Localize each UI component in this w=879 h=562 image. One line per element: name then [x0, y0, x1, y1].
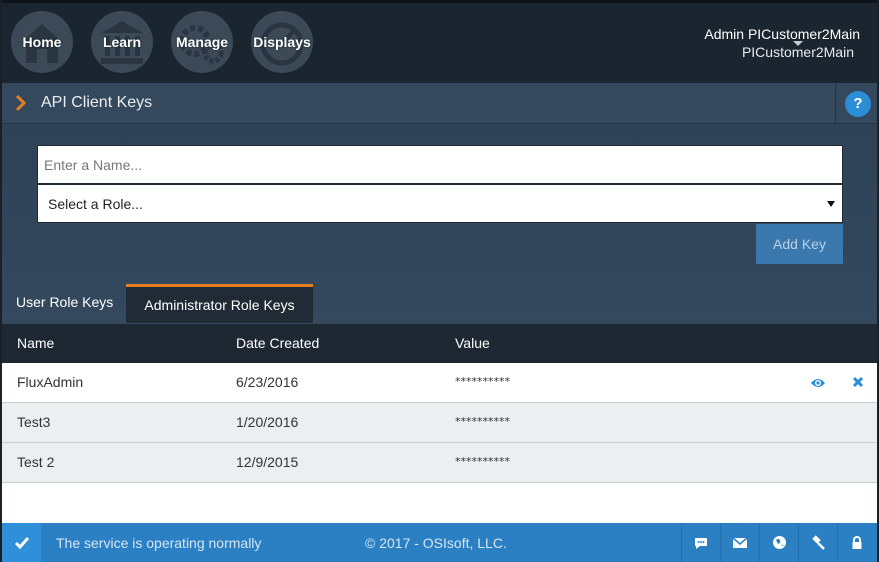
- column-header-value: Value: [455, 335, 490, 351]
- nav-home-label: Home: [22, 34, 62, 50]
- row-name: Test3: [17, 414, 51, 430]
- table-row[interactable]: Test3 1/20/2016 **********: [2, 403, 877, 443]
- row-name: FluxAdmin: [17, 374, 84, 390]
- question-icon: ?: [853, 95, 863, 112]
- gavel-icon[interactable]: [798, 523, 837, 562]
- globe-icon[interactable]: [759, 523, 798, 562]
- nav-learn-label: Learn: [102, 34, 142, 50]
- role-select[interactable]: Select a Role...: [37, 184, 843, 223]
- select-arrow-icon: [827, 201, 835, 207]
- user-menu[interactable]: Admin PICustomer2Main PICustomer2Main: [704, 25, 860, 61]
- tab-user-role-keys[interactable]: User Role Keys: [2, 284, 127, 323]
- delete-icon[interactable]: [852, 376, 864, 388]
- tab-administrator-role-keys[interactable]: Administrator Role Keys: [126, 284, 313, 323]
- status-ok-icon: [2, 523, 41, 562]
- table-row[interactable]: FluxAdmin 6/23/2016 **********: [2, 363, 877, 403]
- tenant-name: PICustomer2Main: [741, 44, 854, 60]
- eye-icon[interactable]: [810, 377, 826, 389]
- table-row[interactable]: Test 2 12/9/2015 **********: [2, 443, 877, 483]
- page-title: API Client Keys: [41, 94, 153, 111]
- name-input[interactable]: [37, 145, 843, 184]
- help-button[interactable]: ?: [845, 91, 871, 117]
- lock-icon[interactable]: [837, 523, 876, 562]
- row-date: 6/23/2016: [236, 374, 299, 390]
- status-text: The service is operating normally: [56, 535, 262, 551]
- nav-manage-button[interactable]: Manage: [171, 11, 233, 73]
- nav-learn-button[interactable]: Learn: [91, 11, 153, 73]
- nav-displays-button[interactable]: Displays: [251, 11, 313, 73]
- caret-down-icon[interactable]: [793, 41, 803, 46]
- top-nav: Home Learn Manage Displays Admin PICusto…: [2, 0, 877, 83]
- column-header-name: Name: [17, 335, 55, 351]
- divider: [835, 83, 836, 124]
- table-header: Name Date Created Value: [2, 324, 877, 363]
- add-key-form: Select a Role... Add Key User Role Keys …: [2, 124, 877, 324]
- page-header: API Client Keys ?: [2, 83, 877, 124]
- row-date: 1/20/2016: [236, 414, 299, 430]
- mail-icon[interactable]: [720, 523, 759, 562]
- user-name: Admin PICustomer2Main: [704, 26, 860, 42]
- row-value: **********: [455, 375, 510, 388]
- chevron-right-icon: [15, 94, 27, 112]
- nav-manage-label: Manage: [175, 34, 229, 50]
- row-value: **********: [455, 415, 510, 428]
- column-header-date: Date Created: [236, 335, 320, 351]
- copyright-text: © 2017 - OSIsoft, LLC.: [365, 535, 507, 551]
- role-select-value: Select a Role...: [48, 196, 143, 212]
- row-value: **********: [455, 455, 510, 468]
- chat-icon[interactable]: [681, 523, 720, 562]
- nav-home-button[interactable]: Home: [11, 11, 73, 73]
- status-footer: The service is operating normally © 2017…: [2, 523, 877, 562]
- nav-displays-label: Displays: [253, 34, 311, 50]
- row-name: Test 2: [17, 454, 55, 470]
- row-date: 12/9/2015: [236, 454, 299, 470]
- add-key-button[interactable]: Add Key: [756, 224, 843, 264]
